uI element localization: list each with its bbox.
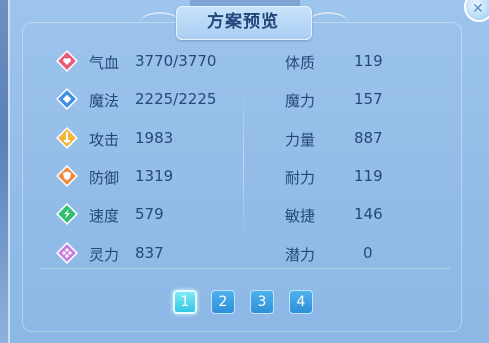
speed-icon xyxy=(56,203,78,225)
stat-label: 魔法 xyxy=(89,92,120,110)
stat-value: 2225/2225 xyxy=(135,90,217,108)
stat-row-attack: 攻击 1983 xyxy=(56,127,236,151)
stat-row-speed: 速度 579 xyxy=(56,203,236,227)
attr-label: 体质 xyxy=(285,54,316,72)
stat-row-hp: 气血 3770/3770 xyxy=(56,50,236,74)
stat-label: 防御 xyxy=(89,169,120,187)
title-wing-right-decoration xyxy=(308,12,348,32)
heart-icon xyxy=(56,50,78,72)
bottom-divider xyxy=(40,268,450,269)
attr-value: 887 xyxy=(354,129,383,147)
attr-label: 耐力 xyxy=(285,169,316,187)
attr-value: 146 xyxy=(354,205,383,223)
attr-value: 157 xyxy=(354,90,383,108)
stat-row-spirit: 灵力 837 xyxy=(56,242,236,266)
page-button-2[interactable]: 2 xyxy=(211,290,235,314)
stat-label: 灵力 xyxy=(89,246,120,264)
stat-label: 速度 xyxy=(89,207,120,225)
stat-value: 1983 xyxy=(135,129,174,147)
page-button-3[interactable]: 3 xyxy=(250,290,274,314)
column-divider xyxy=(243,82,244,242)
attr-value: 119 xyxy=(354,52,383,70)
attr-value: 0 xyxy=(363,244,373,262)
stat-label: 攻击 xyxy=(89,131,120,149)
close-icon: ✕ xyxy=(472,1,484,17)
mana-icon xyxy=(56,88,78,110)
spirit-icon xyxy=(56,242,78,264)
title-wing-left-decoration xyxy=(140,12,180,32)
defense-icon xyxy=(56,165,78,187)
attack-icon xyxy=(56,127,78,149)
stat-value: 1319 xyxy=(135,167,174,185)
attr-label: 敏捷 xyxy=(285,207,316,225)
stat-value: 3770/3770 xyxy=(135,52,217,70)
attr-label: 魔力 xyxy=(285,92,316,110)
attr-value: 119 xyxy=(354,167,383,185)
panel-title: 方案预览 xyxy=(207,12,279,32)
stat-value: 837 xyxy=(135,244,164,262)
attr-label: 力量 xyxy=(285,131,316,149)
page-button-1[interactable]: 1 xyxy=(173,290,197,314)
stat-label: 气血 xyxy=(89,54,120,72)
stat-value: 579 xyxy=(135,205,164,223)
stat-row-mp: 魔法 2225/2225 xyxy=(56,88,236,112)
attr-label: 潜力 xyxy=(285,246,316,264)
stat-row-defense: 防御 1319 xyxy=(56,165,236,189)
page-button-4[interactable]: 4 xyxy=(289,290,313,314)
